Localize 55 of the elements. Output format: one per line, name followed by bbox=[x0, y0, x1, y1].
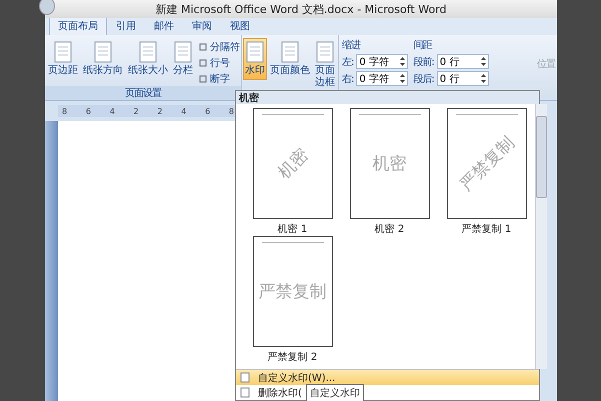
field-label: 右: bbox=[342, 72, 354, 86]
gallery-item[interactable]: 严禁复制 严禁复制 1 bbox=[438, 108, 535, 236]
spin-arrows-icon bbox=[400, 57, 406, 66]
spin-field[interactable]: 0 字符 bbox=[356, 54, 408, 69]
ribbon-tab[interactable]: 引用 bbox=[107, 16, 145, 35]
ribbon-tab[interactable]: 审阅 bbox=[183, 16, 221, 35]
spin-field[interactable]: 0 字符 bbox=[356, 71, 408, 86]
square-icon bbox=[199, 43, 207, 51]
ribbon-button[interactable]: 分栏 bbox=[171, 38, 195, 80]
square-icon bbox=[199, 59, 207, 67]
ribbon-tab[interactable]: 视图 bbox=[221, 16, 259, 35]
page-icon bbox=[240, 372, 250, 383]
group-heading: 间距 bbox=[413, 39, 433, 52]
watermark-preview: 机密 bbox=[350, 108, 430, 219]
page-icon bbox=[281, 41, 299, 63]
page-icon bbox=[174, 41, 192, 63]
ribbon-button[interactable]: 分隔符 bbox=[199, 40, 240, 54]
field-label: 左: bbox=[342, 56, 354, 68]
page-icon bbox=[139, 41, 157, 63]
page-icon bbox=[54, 41, 72, 63]
watermark-preview: 机密 bbox=[252, 108, 332, 219]
ribbon-button[interactable]: 行号 bbox=[199, 56, 240, 70]
group-heading: 缩进 bbox=[342, 38, 362, 52]
spin-field[interactable]: 0 行 bbox=[436, 71, 489, 86]
window-title: 新建 Microsoft Office Word 文档.docx - Microsoft Word bbox=[156, 2, 446, 16]
square-icon bbox=[199, 75, 207, 83]
field-label: 段前: bbox=[413, 56, 434, 68]
gallery-item[interactable]: 严禁复制 严禁复制 2 bbox=[244, 236, 341, 364]
spin-arrows-icon bbox=[480, 57, 486, 66]
watermark-preview: 严禁复制 bbox=[252, 236, 332, 347]
page-icon bbox=[246, 41, 264, 63]
scrollbar[interactable] bbox=[535, 104, 547, 369]
ribbon-button[interactable]: 页边距 bbox=[46, 38, 80, 80]
ribbon-button[interactable]: 页面边框 bbox=[313, 38, 337, 92]
ribbon-button[interactable]: 水印 bbox=[243, 38, 267, 80]
page-icon bbox=[94, 41, 112, 63]
menu-item[interactable]: 自定义水印(W)... bbox=[236, 370, 539, 385]
page-icon bbox=[316, 41, 334, 63]
watermark-preview: 严禁复制 bbox=[446, 108, 526, 219]
spin-arrows-icon bbox=[400, 74, 406, 83]
spin-arrows-icon bbox=[480, 74, 486, 83]
ribbon-button[interactable]: 断字 bbox=[199, 72, 240, 86]
office-button[interactable] bbox=[39, 0, 55, 15]
page-icon bbox=[240, 387, 250, 398]
spin-field[interactable]: 0 行 bbox=[436, 54, 489, 69]
tooltip: 自定义水印 bbox=[306, 384, 364, 401]
gallery-item[interactable]: 机密 机密 2 bbox=[341, 108, 438, 236]
field-label: 段后: bbox=[413, 72, 434, 86]
ribbon-button[interactable]: 纸张方向 bbox=[81, 38, 125, 80]
ribbon-button[interactable]: 页面颜色 bbox=[268, 38, 312, 80]
ribbon-tab[interactable]: 邮件 bbox=[145, 16, 183, 35]
ribbon-button[interactable]: 纸张大小 bbox=[126, 38, 170, 80]
gallery-item[interactable]: 机密 机密 1 bbox=[244, 108, 341, 236]
ruler: 8 6 4 2 2 4 6 8 bbox=[58, 105, 238, 117]
section-heading: 机密 bbox=[236, 91, 539, 104]
